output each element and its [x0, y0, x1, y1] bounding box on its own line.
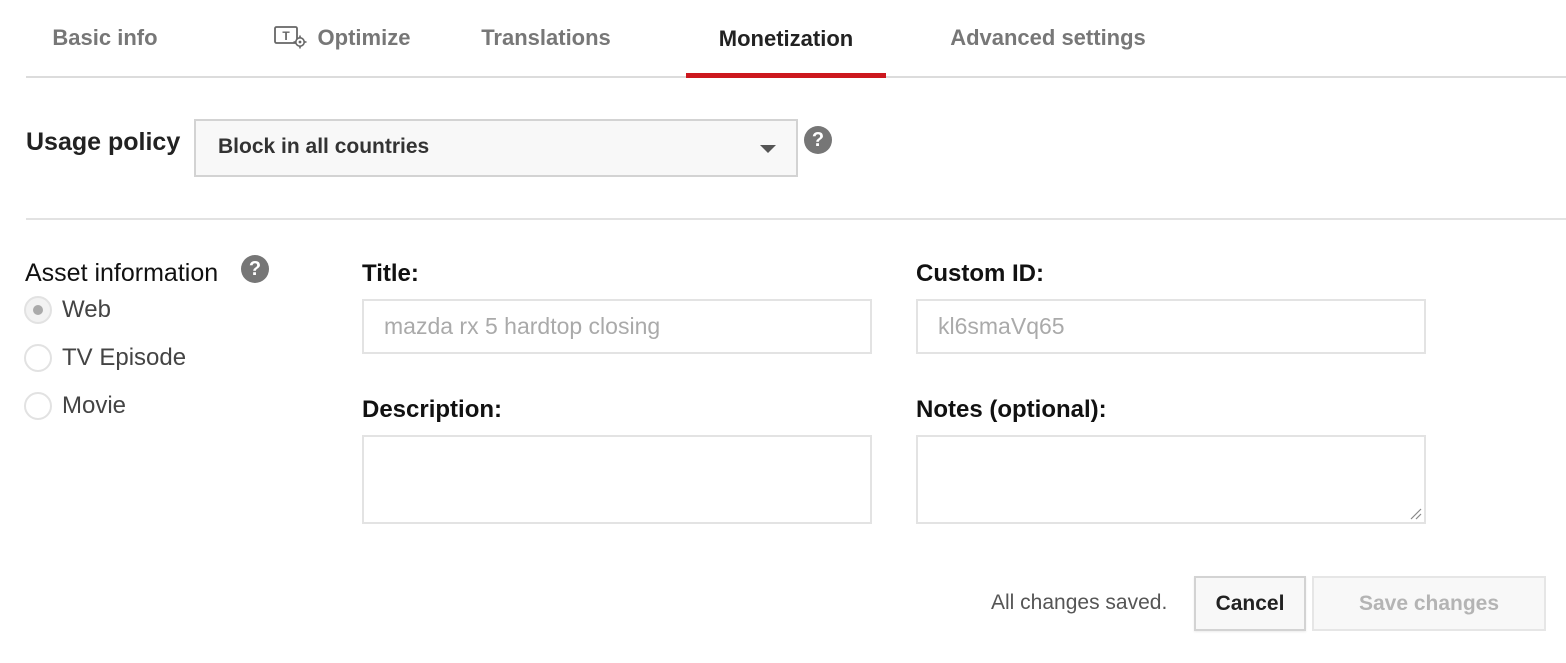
tab-basic-info[interactable]: Basic info — [26, 0, 184, 76]
custom-id-input[interactable]: kl6smaVq65 — [916, 299, 1426, 354]
tab-bar: Basic info T Optimize Translations Monet… — [26, 0, 1566, 78]
description-label: Description: — [362, 396, 503, 423]
description-textarea[interactable] — [362, 435, 872, 524]
caret-down-icon — [760, 145, 776, 153]
radio-movie[interactable]: Movie — [24, 390, 126, 422]
save-changes-button[interactable]: Save changes — [1312, 576, 1546, 631]
title-input[interactable]: mazda rx 5 hardtop closing — [362, 299, 872, 354]
radio-label: TV Episode — [62, 344, 187, 371]
video-edit-page: Basic info T Optimize Translations Monet… — [0, 0, 1566, 663]
radio-label: Web — [62, 296, 111, 323]
resize-grip-icon[interactable] — [1408, 506, 1422, 520]
notes-label: Notes (optional): — [916, 396, 1107, 423]
radio-web[interactable]: Web — [24, 294, 111, 326]
text-gear-icon: T — [273, 26, 308, 50]
tab-translations[interactable]: Translations — [476, 0, 616, 76]
tab-advanced-settings[interactable]: Advanced settings — [946, 0, 1150, 76]
usage-policy-help-icon[interactable]: ? — [804, 126, 832, 154]
tab-optimize[interactable]: T Optimize — [256, 0, 428, 76]
tab-label: Monetization — [718, 26, 854, 51]
tab-label: Basic info — [52, 25, 158, 50]
usage-policy-value: Block in all countries — [218, 135, 430, 158]
radio-button[interactable] — [24, 392, 52, 420]
radio-label: Movie — [62, 392, 127, 419]
radio-tv-episode[interactable]: TV Episode — [24, 342, 186, 374]
usage-policy-label: Usage policy — [26, 128, 181, 156]
asset-information-label: Asset information — [25, 259, 219, 287]
tab-monetization[interactable]: Monetization — [686, 0, 886, 78]
cancel-button[interactable]: Cancel — [1194, 576, 1306, 631]
tab-label: Translations — [481, 25, 611, 50]
tab-label: Optimize — [317, 25, 411, 50]
title-label: Title: — [362, 260, 419, 287]
save-status-text: All changes saved. — [991, 591, 1168, 614]
tab-label: Advanced settings — [950, 25, 1146, 50]
radio-button-checked[interactable] — [24, 296, 52, 324]
svg-text:T: T — [282, 29, 290, 43]
usage-policy-select[interactable]: Block in all countries — [194, 119, 798, 177]
section-divider — [26, 218, 1566, 220]
custom-id-label: Custom ID: — [916, 260, 1044, 287]
radio-button[interactable] — [24, 344, 52, 372]
asset-information-help-icon[interactable]: ? — [241, 255, 269, 283]
notes-textarea[interactable] — [916, 435, 1426, 524]
